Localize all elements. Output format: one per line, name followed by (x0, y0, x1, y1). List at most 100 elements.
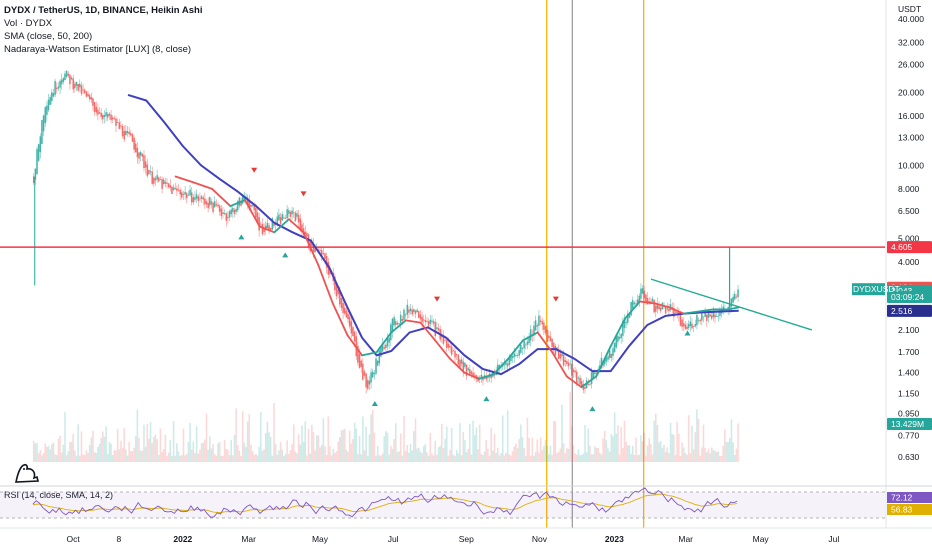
candle-body (220, 208, 223, 217)
candle-body (322, 253, 325, 254)
candle-body (577, 377, 580, 379)
candle-body (432, 321, 435, 324)
candle-body (171, 186, 173, 194)
volume-bar (240, 455, 242, 462)
candle-body (641, 288, 644, 294)
nw-estimator-segment (174, 175, 195, 184)
y-tick-label: 0.770 (898, 431, 920, 441)
candle-body (151, 171, 154, 184)
volume-bar (236, 445, 239, 462)
volume-bar (641, 440, 644, 462)
candle-body (666, 308, 669, 310)
volume-bar (524, 455, 527, 462)
volume-bar (493, 433, 496, 462)
candle-body (261, 224, 264, 235)
volume-bar (709, 453, 711, 462)
candle-body (681, 319, 683, 327)
volume-bar (42, 453, 45, 462)
volume-bar (715, 451, 718, 462)
volume-bar (735, 448, 738, 462)
volume-bar (539, 437, 542, 462)
price-chart[interactable]: USDT40.000 32.000 26.000 20.000 16.000 13.000… (0, 0, 932, 550)
volume-bar (521, 437, 524, 462)
volume-bar (98, 443, 101, 462)
volume-bar (174, 455, 177, 462)
volume-bar (70, 441, 73, 462)
volume-bar (386, 432, 389, 462)
volume-bar (243, 442, 246, 462)
volume-bar (549, 445, 552, 462)
volume-bar (246, 421, 249, 462)
volume-bar (556, 453, 558, 462)
candle-body (352, 327, 354, 337)
volume-bar (516, 448, 519, 462)
volume-bar (187, 441, 190, 462)
volume-bar (623, 420, 626, 462)
candle-body (176, 188, 178, 191)
volume-bar (534, 452, 537, 462)
candle-body (552, 342, 555, 350)
candle-body (375, 358, 377, 374)
candle-body (88, 95, 91, 100)
volume-bar (334, 452, 336, 462)
volume-bar (487, 448, 489, 462)
symbol-tag-label[interactable]: DYDXUSDT (853, 284, 900, 294)
y-tick-label: 26.000 (898, 60, 924, 70)
candle-body (123, 131, 126, 140)
volume-bar (250, 444, 252, 462)
candle-body (115, 118, 117, 126)
volume-bar (213, 454, 216, 462)
x-tick-label: Mar (241, 534, 256, 544)
candle-body (539, 320, 542, 322)
volume-bar (125, 449, 127, 462)
volume-bar (439, 445, 441, 462)
candle-body (41, 120, 43, 144)
volume-bar (108, 441, 111, 462)
volume-bar (424, 444, 427, 462)
candle-body (222, 212, 224, 214)
candle-body (177, 189, 180, 191)
volume-bar (144, 447, 147, 462)
candle-body (421, 316, 423, 323)
volume-bar (103, 436, 106, 462)
candle-body (404, 314, 407, 316)
candle-body (230, 209, 232, 215)
volume-bar (681, 442, 683, 462)
candle-body (228, 211, 231, 218)
x-tick-label: Jul (828, 534, 839, 544)
volume-bar (200, 443, 203, 462)
volume-bar (406, 445, 409, 462)
candle-body (92, 98, 94, 106)
candle-body (371, 371, 374, 378)
volume-bar (659, 441, 662, 462)
x-tick-label: 8 (116, 534, 121, 544)
volume-bar (664, 452, 667, 462)
candle-body (126, 131, 129, 134)
candle-body (434, 322, 437, 337)
candle-body (212, 202, 214, 212)
volume-bar (223, 439, 226, 462)
volume-bar (437, 447, 440, 462)
volume-bar (414, 418, 417, 462)
y-tick-label: 20.000 (898, 87, 924, 97)
volume-bar (255, 454, 257, 462)
volume-bar (159, 428, 162, 462)
candle-body (521, 347, 524, 349)
volume-bar (561, 404, 563, 462)
candle-body (192, 197, 195, 203)
candle-body (714, 314, 716, 318)
volume-bar (141, 450, 144, 462)
volume-bar (161, 452, 163, 462)
candle-body (87, 93, 89, 97)
candle-body (90, 97, 93, 100)
volume-bar (396, 452, 399, 462)
volume-bar (51, 444, 53, 462)
candle-body (57, 86, 60, 89)
volume-bar (427, 455, 430, 462)
candle-body (587, 384, 590, 385)
volume-bar (707, 448, 710, 462)
volume-bar (296, 453, 298, 462)
x-tick-label: Oct (67, 534, 81, 544)
volume-bar (225, 448, 228, 462)
price-axis[interactable] (886, 0, 932, 550)
